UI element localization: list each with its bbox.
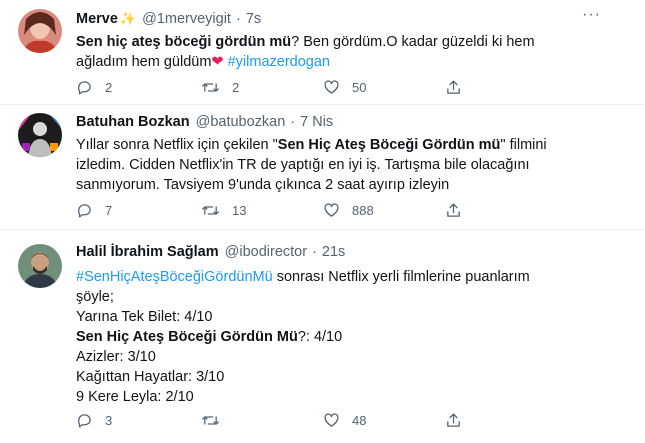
like-button[interactable]: 50: [323, 79, 445, 96]
retweet-icon: [202, 205, 219, 215]
user-handle[interactable]: @ibodirector: [225, 244, 307, 260]
heart-icon: [324, 202, 339, 217]
share-button[interactable]: [445, 412, 462, 429]
heart-icon: [324, 79, 339, 94]
like-button[interactable]: 888: [323, 202, 445, 219]
hashtag-link[interactable]: #yilmazerdogan: [228, 54, 330, 70]
retweet-count: 13: [232, 202, 247, 218]
tweet-header: Batuhan Bozkan @batubozkan · 7 Nis: [76, 114, 333, 130]
tweet-actions: 2 2 50: [76, 77, 462, 97]
user-handle[interactable]: @batubozkan: [196, 114, 286, 130]
text-segment: ağladım hem güldüm: [76, 54, 212, 70]
bold-phrase: Sen Hiç Ateş Böceği Gördün Mü: [76, 329, 298, 345]
more-icon[interactable]: ···: [582, 6, 601, 24]
sparkle-emoji: ✨: [119, 11, 137, 26]
tweet-text: #SenHiçAteşBöceğiGördünMü sonrası Netfli…: [76, 267, 546, 407]
share-button[interactable]: [445, 202, 462, 219]
retweet-button[interactable]: [201, 412, 323, 429]
text-line: izledim. Cidden Netflix'in TR de yaptığı…: [76, 157, 530, 173]
text-segment: sonrası Netflix yerli filmlerine puanlar…: [272, 269, 530, 285]
separator-dot: ·: [290, 114, 296, 130]
reply-count: 2: [105, 79, 113, 95]
display-name[interactable]: Merve: [76, 11, 118, 27]
tweet-actions: 3 48: [76, 410, 462, 430]
heart-emoji: ❤: [211, 54, 224, 70]
avatar[interactable]: [18, 113, 62, 157]
reply-count: 7: [105, 202, 113, 218]
text-line: 9 Kere Leyla: 2/10: [76, 389, 194, 405]
text-segment: " filmini: [500, 137, 547, 153]
retweet-icon: [202, 415, 219, 425]
tweet-header: Merve ✨ @1merveyigit · 7s: [76, 11, 261, 27]
tweet-text: Sen hiç ateş böceği gördün mü? Ben gördü…: [76, 32, 546, 72]
separator-dot: ·: [312, 244, 317, 260]
timestamp[interactable]: 7s: [246, 11, 261, 27]
retweet-count: 2: [232, 79, 240, 95]
reply-icon: [78, 80, 91, 95]
timeline-feed: Merve ✨ @1merveyigit · 7s ··· Sen hiç at…: [0, 0, 645, 443]
share-icon: [447, 79, 460, 94]
reply-button[interactable]: 2: [76, 79, 201, 96]
reply-count: 3: [105, 412, 113, 428]
text-segment: ? Ben gördüm.O kadar güzeldi ki hem: [291, 34, 535, 50]
text-line: Kağıttan Hayatlar: 3/10: [76, 369, 225, 385]
like-count: 50: [352, 79, 367, 95]
tweet-actions: 7 13 888: [76, 200, 462, 220]
user-handle[interactable]: @1merveyigit: [142, 11, 231, 27]
avatar[interactable]: [18, 244, 62, 288]
like-count: 48: [352, 412, 367, 428]
tweet-merve[interactable]: Merve ✨ @1merveyigit · 7s ··· Sen hiç at…: [0, 0, 645, 104]
display-name[interactable]: Batuhan Bozkan: [76, 114, 190, 130]
share-icon: [447, 412, 460, 427]
text-line: Azizler: 3/10: [76, 349, 156, 365]
tweet-header: Halil İbrahim Sağlam @ibodirector · 21s: [76, 244, 345, 260]
retweet-icon: [202, 82, 219, 92]
text-line: sanmıyorum. Tavsiyem 9'unda çıkınca 2 sa…: [76, 177, 450, 193]
text-line: şöyle;: [76, 289, 114, 305]
like-button[interactable]: 48: [323, 412, 445, 429]
reply-icon: [78, 413, 91, 428]
display-name[interactable]: Halil İbrahim Sağlam: [76, 244, 219, 260]
bold-phrase: Sen hiç ateş böceği gördün mü: [76, 34, 292, 50]
text-segment: ?: 4/10: [297, 329, 343, 345]
reply-button[interactable]: 7: [76, 202, 201, 219]
retweet-button[interactable]: 2: [201, 79, 323, 96]
tweet-text: Yıllar sonra Netflix için çekilen "Sen H…: [76, 135, 547, 195]
tweet-halil[interactable]: Halil İbrahim Sağlam @ibodirector · 21s …: [0, 230, 645, 443]
retweet-button[interactable]: 13: [201, 202, 323, 219]
share-button[interactable]: [445, 79, 462, 96]
bold-phrase: Sen Hiç Ateş Böceği Gördün mü: [277, 137, 501, 153]
reply-icon: [78, 203, 91, 218]
hashtag-link[interactable]: #SenHiçAteşBöceğiGördünMü: [76, 269, 273, 285]
separator-dot: ·: [235, 11, 241, 27]
reply-button[interactable]: 3: [76, 412, 201, 429]
share-icon: [447, 202, 460, 217]
avatar[interactable]: [18, 9, 62, 53]
timestamp[interactable]: 7 Nis: [300, 114, 333, 130]
text-segment: Yıllar sonra Netflix için çekilen ": [76, 137, 278, 153]
tweet-batuhan[interactable]: Batuhan Bozkan @batubozkan · 7 Nis Yılla…: [0, 105, 645, 229]
text-line: Yarına Tek Bilet: 4/10: [76, 309, 213, 325]
timestamp[interactable]: 21s: [322, 244, 345, 260]
like-count: 888: [352, 202, 374, 218]
heart-icon: [324, 412, 339, 427]
